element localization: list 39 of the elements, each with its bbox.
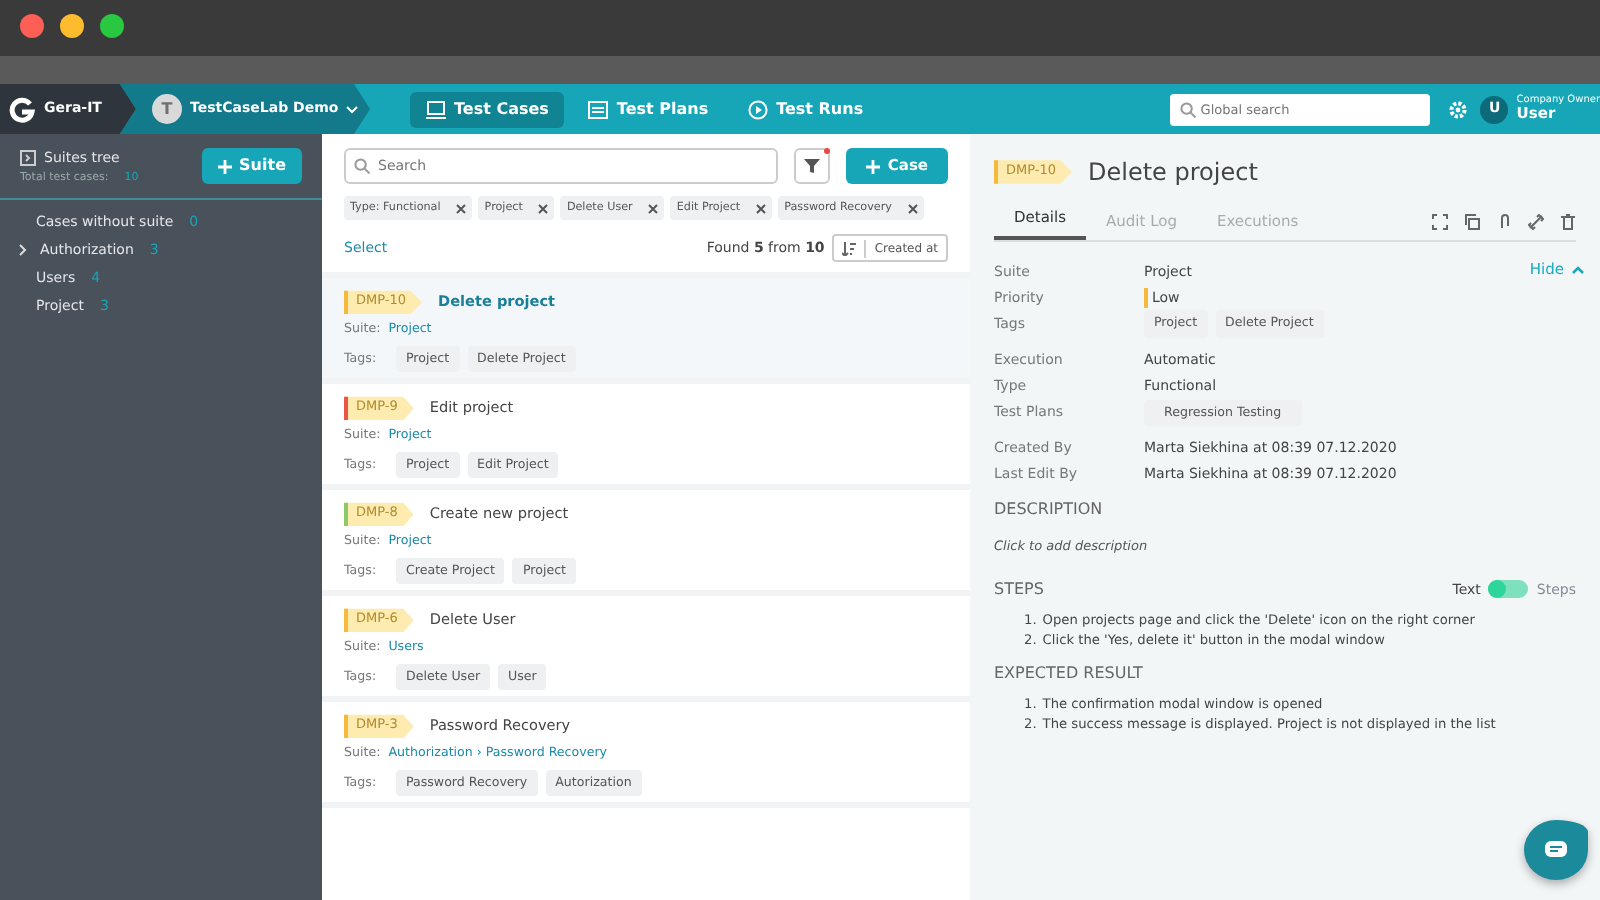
caret-icon: [346, 105, 359, 113]
remove-icon[interactable]: [648, 203, 659, 214]
detail-title: Delete project: [1088, 156, 1258, 190]
logo-icon: [8, 95, 36, 123]
chevron-right-icon[interactable]: [18, 243, 28, 256]
chat-icon: [1544, 840, 1568, 859]
copy-icon[interactable]: [1464, 214, 1480, 231]
minimize-dot[interactable]: [60, 14, 84, 38]
nav-tab[interactable]: Test Cases: [410, 91, 565, 127]
sort-icon: [842, 241, 857, 256]
view-toggle[interactable]: [1488, 580, 1529, 599]
suites-icon: [20, 150, 36, 167]
nav-tab[interactable]: Test Runs: [732, 91, 880, 127]
zoom-dot[interactable]: [100, 14, 124, 38]
add-suite-button[interactable]: Suite: [201, 148, 302, 184]
project-avatar: T: [152, 94, 182, 124]
remove-icon[interactable]: [456, 203, 467, 214]
remove-icon[interactable]: [907, 203, 918, 214]
plus-icon: [865, 159, 880, 173]
chevron-up-icon: [1572, 265, 1584, 274]
delete-icon[interactable]: [1560, 214, 1576, 231]
filter-button[interactable]: [793, 148, 830, 184]
steps-heading: STEPS: [994, 577, 1044, 602]
description-heading: DESCRIPTION: [994, 498, 1105, 523]
remove-icon[interactable]: [538, 203, 549, 214]
close-dot[interactable]: [20, 14, 44, 38]
cases-icon: [426, 99, 446, 119]
settings-icon[interactable]: [1448, 99, 1469, 119]
filter-icon: [803, 157, 820, 174]
search-icon: [1180, 101, 1197, 117]
plus-icon: [217, 159, 232, 173]
search-icon: [354, 158, 370, 174]
plans-icon: [588, 99, 609, 119]
fullscreen-icon[interactable]: [1432, 214, 1448, 231]
expected-heading: EXPECTED RESULT: [994, 661, 1145, 686]
chat-button[interactable]: [1524, 820, 1588, 880]
runs-icon: [748, 99, 769, 119]
nav-tab[interactable]: Test Plans: [572, 91, 725, 127]
remove-icon[interactable]: [756, 203, 767, 214]
